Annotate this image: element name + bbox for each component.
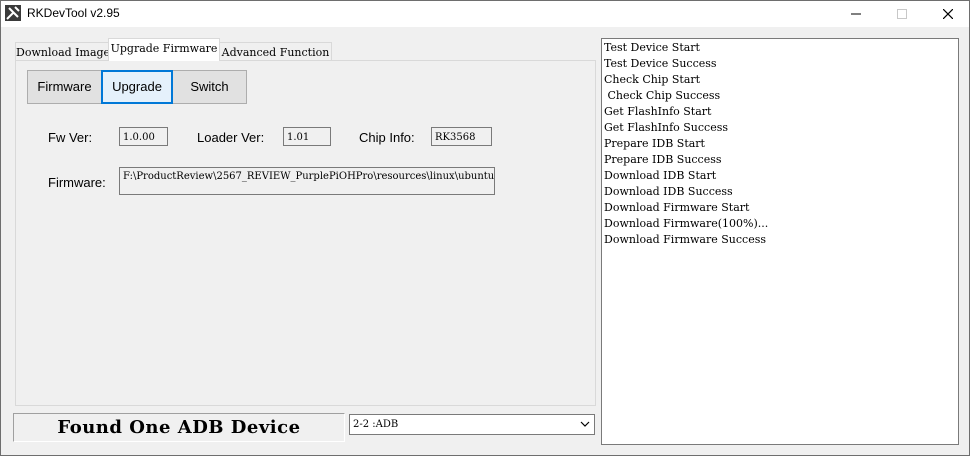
maximize-icon [897, 9, 907, 19]
log-output[interactable]: Test Device Start Test Device Success Ch… [601, 38, 959, 445]
device-select-value: 2-2 :ADB [353, 419, 399, 430]
chip-info-field: RK3568 [431, 127, 492, 146]
close-button[interactable] [925, 1, 969, 27]
window-title: RKDevTool v2.95 [27, 6, 120, 20]
device-status-message: Found One ADB Device [13, 413, 345, 442]
minimize-icon [851, 13, 861, 15]
tab-download-image[interactable]: Download Image [15, 42, 110, 62]
firmware-path-field[interactable]: F:\ProductReview\2567_REVIEW_PurplePiOHP… [119, 167, 495, 195]
chip-info-label: Chip Info: [359, 130, 415, 145]
log-line: Download Firmware Success [604, 233, 766, 246]
tab-advanced-function[interactable]: Advanced Function [219, 42, 332, 62]
tab-upgrade-firmware[interactable]: Upgrade Firmware [108, 38, 220, 61]
upgrade-firmware-panel [15, 60, 596, 406]
fw-ver-field: 1.0.00 [119, 127, 168, 146]
log-line: Test Device Start [604, 41, 700, 54]
maximize-button[interactable] [879, 1, 925, 27]
log-line: Prepare IDB Success [604, 153, 722, 166]
log-line: Test Device Success [604, 57, 717, 70]
log-line: Download IDB Start [604, 169, 717, 182]
firmware-button[interactable]: Firmware [28, 71, 101, 103]
action-button-group: Firmware Upgrade Switch [27, 70, 247, 104]
switch-button[interactable]: Switch [173, 71, 246, 103]
log-line: Get FlashInfo Success [604, 121, 729, 134]
upgrade-button[interactable]: Upgrade [101, 70, 173, 104]
log-line: Download Firmware Start [604, 201, 750, 214]
firmware-label: Firmware: [48, 175, 106, 190]
log-line: Download Firmware(100%)... [604, 217, 769, 230]
log-line: Download IDB Success [604, 185, 733, 198]
log-line: Check Chip Start [604, 73, 701, 86]
log-line: Check Chip Success [604, 89, 721, 102]
loader-ver-label: Loader Ver: [197, 130, 265, 145]
rk-app-icon [5, 5, 21, 21]
log-line: Get FlashInfo Start [604, 105, 712, 118]
app-window: RKDevTool v2.95 Download Image Upgrade F… [0, 0, 970, 456]
log-line: Prepare IDB Start [604, 137, 705, 150]
title-bar[interactable]: RKDevTool v2.95 [1, 1, 969, 27]
device-select[interactable]: 2-2 :ADB [349, 414, 595, 435]
fw-ver-label: Fw Ver: [48, 130, 93, 145]
close-icon [943, 9, 953, 19]
chevron-down-icon [580, 421, 590, 427]
minimize-button[interactable] [833, 1, 879, 27]
loader-ver-field: 1.01 [283, 127, 331, 146]
